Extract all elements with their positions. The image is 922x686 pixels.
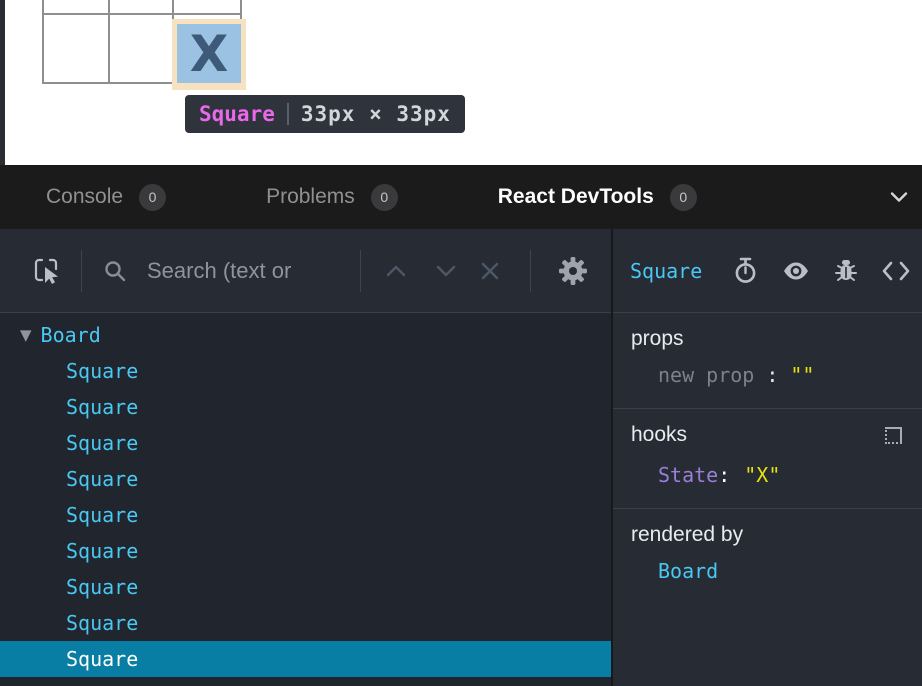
search-input[interactable]: Search (text or (147, 258, 347, 284)
tree-row-square[interactable]: Square (0, 533, 611, 569)
component-name: Square (66, 425, 138, 461)
hook-value[interactable]: "X" (744, 463, 780, 487)
prop-key[interactable]: new prop (658, 363, 754, 387)
devtools-tabbar: Console 0 Problems 0 React DevTools 0 (0, 165, 922, 229)
component-details-panel: Square props new prop (613, 229, 922, 686)
tree-row-square[interactable]: Square (0, 461, 611, 497)
component-name: Square (66, 389, 138, 425)
rendered-by-title: rendered by (631, 523, 743, 547)
selected-component-title: Square (630, 259, 702, 283)
tree-row-square[interactable]: Square (0, 425, 611, 461)
tab-console[interactable]: Console 0 (46, 184, 166, 211)
colon: : (718, 463, 730, 487)
component-name: Square (66, 641, 138, 677)
inspect-element-icon[interactable] (32, 256, 62, 286)
component-name: Square (66, 497, 138, 533)
view-source-code-icon[interactable] (882, 261, 910, 281)
tree-row-square-selected[interactable]: Square (0, 641, 611, 677)
state-hook-row: State: "X" (631, 463, 906, 487)
props-section: props new prop : "" (613, 313, 922, 408)
tree-row-square[interactable]: Square (0, 605, 611, 641)
tree-row-board[interactable]: ▼ Board (0, 317, 611, 353)
tab-problems[interactable]: Problems 0 (266, 184, 398, 211)
react-devtools-count-badge: 0 (670, 184, 697, 211)
component-name: Square (66, 353, 138, 389)
hooks-section: hooks State: "X" (613, 408, 922, 508)
new-prop-row: new prop : "" (631, 363, 906, 387)
details-header: Square (613, 229, 922, 313)
parse-hook-names-icon[interactable] (885, 427, 902, 444)
tree-row-square[interactable]: Square (0, 389, 611, 425)
tooltip-dimensions: 33px × 33px (301, 102, 451, 126)
board-square-highlighted[interactable]: X (177, 24, 241, 83)
components-tree-panel: Search (text or (0, 229, 611, 686)
tooltip-component-name: Square (199, 102, 275, 126)
toolbar-divider (360, 250, 361, 292)
colon: : (766, 363, 778, 387)
window-edge (0, 0, 5, 165)
component-name: Square (66, 461, 138, 497)
board-gridline (42, 13, 242, 15)
hooks-section-title: hooks (631, 423, 687, 447)
profiler-stopwatch-icon[interactable] (733, 257, 758, 284)
search-next-icon[interactable] (435, 264, 457, 278)
rendered-by-section: rendered by Board (613, 508, 922, 686)
clear-search-icon[interactable] (479, 260, 501, 282)
component-tree: ▼ Board Square Square Square Square Squa… (0, 313, 611, 677)
inspect-tooltip: Square 33px × 33px (185, 95, 465, 133)
tree-row-square[interactable]: Square (0, 569, 611, 605)
prop-value[interactable]: "" (790, 363, 814, 387)
hook-name: State (658, 463, 718, 487)
component-name: Square (66, 569, 138, 605)
toolbar-divider (530, 250, 531, 292)
component-name: Square (66, 533, 138, 569)
rendered-by-owner-link[interactable]: Board (631, 559, 906, 583)
chevron-down-icon[interactable] (890, 192, 908, 203)
component-name: Square (66, 605, 138, 641)
expand-arrow-icon[interactable]: ▼ (20, 317, 32, 353)
bug-icon[interactable] (834, 258, 858, 284)
square-value: X (190, 29, 229, 79)
search-icon (103, 259, 127, 283)
problems-count-badge: 0 (371, 184, 398, 211)
tree-toolbar: Search (text or (0, 229, 611, 313)
page-viewport: X Square 33px × 33px (0, 0, 922, 165)
tab-react-devtools[interactable]: React DevTools 0 (498, 184, 697, 211)
toolbar-divider (81, 250, 82, 292)
gear-icon[interactable] (557, 255, 589, 287)
devtools-window: X Square 33px × 33px Console 0 Problems … (0, 0, 922, 686)
tree-row-square[interactable]: Square (0, 497, 611, 533)
eye-icon[interactable] (782, 261, 810, 281)
tree-row-square[interactable]: Square (0, 353, 611, 389)
search-prev-icon[interactable] (385, 264, 407, 278)
tooltip-divider (287, 103, 289, 125)
console-count-badge: 0 (139, 184, 166, 211)
component-name: Board (41, 317, 101, 353)
props-section-title: props (631, 327, 684, 351)
